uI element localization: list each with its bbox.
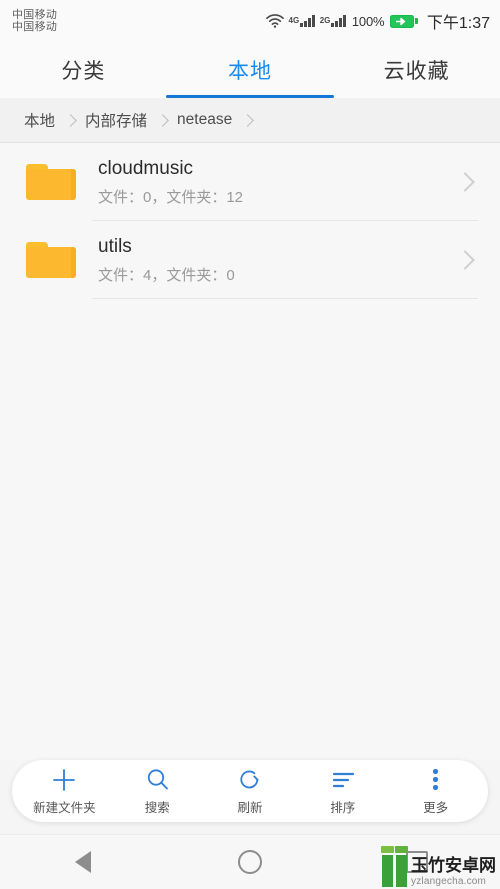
refresh-icon [237,767,262,793]
tab-categories-label: 分类 [61,60,106,83]
back-triangle-icon [75,851,92,873]
status-clock: 下午1:37 [426,15,490,32]
file-name: utils [98,236,132,258]
bottom-toolbar-container: 新建文件夹 搜索 刷新 排序 更多 [0,760,500,834]
signal-label-4g: 4G [288,16,300,25]
new-folder-button[interactable]: 新建文件夹 [18,767,111,816]
tab-local-label: 本地 [228,60,272,83]
chevron-right-icon [232,113,262,127]
row-divider [92,298,478,299]
file-detail: 文件：4，文件夹：0 [98,266,235,284]
file-row-text: utils 文件：4，文件夹：0 [98,235,458,285]
signal-indicator-4g: 4G [289,15,315,27]
signal-bars-4g [300,15,315,27]
search-button[interactable]: 搜索 [111,767,204,816]
recents-square-icon [405,851,428,873]
more-vertical-icon [433,767,438,793]
plus-icon [51,767,77,793]
new-folder-label: 新建文件夹 [33,800,96,815]
chevron-right-icon [455,250,475,270]
battery-charging-icon [390,14,418,28]
sort-label: 排序 [330,800,356,815]
tab-cloud-favorites[interactable]: 云收藏 [333,42,500,98]
refresh-label: 刷新 [237,800,263,815]
sort-button[interactable]: 排序 [296,767,389,816]
nav-recents-button[interactable] [375,835,459,889]
status-icons: 4G 2G 100% 下午1:37 [265,9,490,33]
file-detail: 文件：0，文件夹：12 [98,188,244,206]
tab-bar: 分类 本地 云收藏 [0,42,500,98]
file-list: cloudmusic 文件：0，文件夹：12 utils 文件：4，文件夹：0 [0,143,500,760]
search-label: 搜索 [144,800,170,815]
battery-percent-label: 100% [351,13,385,29]
breadcrumb-item-local[interactable]: 本地 [24,109,55,131]
file-manager-screen: 中国移动 中国移动 4G 2G 100% 下午1:37 分类 本地 云收藏 本地… [0,0,500,889]
table-row[interactable]: cloudmusic 文件：0，文件夹：12 [0,143,500,221]
chevron-right-icon [455,172,475,192]
breadcrumb-item-netease[interactable]: netease [177,111,232,129]
signal-bars-2g [331,15,346,27]
table-row[interactable]: utils 文件：4，文件夹：0 [0,221,500,299]
carrier-sim2: 中国移动 [12,21,58,33]
chevron-right-icon [147,113,177,127]
more-label: 更多 [423,800,449,815]
carrier-info: 中国移动 中国移动 [12,9,57,34]
breadcrumb-item-internal-storage[interactable]: 内部存储 [85,109,147,131]
home-circle-icon [237,850,262,874]
signal-indicator-2g: 2G [320,15,346,27]
chevron-right-icon [55,113,85,127]
android-nav-bar: 玉竹安卓网 yzlangecha.com [0,834,500,889]
breadcrumb: 本地 内部存储 netease [0,98,500,143]
file-row-text: cloudmusic 文件：0，文件夹：12 [98,157,458,207]
refresh-button[interactable]: 刷新 [204,767,297,816]
bottom-toolbar: 新建文件夹 搜索 刷新 排序 更多 [12,760,488,822]
nav-back-button[interactable] [41,835,125,889]
signal-label-2g: 2G [319,16,331,25]
folder-icon [26,162,76,202]
nav-home-button[interactable] [208,835,292,889]
wifi-icon [265,14,284,28]
sort-icon [330,767,356,793]
search-icon [145,767,170,793]
tab-local[interactable]: 本地 [167,42,334,98]
folder-icon [26,240,76,280]
file-name: cloudmusic [98,158,194,180]
more-button[interactable]: 更多 [389,767,482,816]
tab-categories[interactable]: 分类 [0,42,167,98]
carrier-sim1: 中国移动 [12,8,58,21]
status-bar: 中国移动 中国移动 4G 2G 100% 下午1:37 [0,0,500,42]
tab-cloud-favorites-label: 云收藏 [383,60,450,83]
